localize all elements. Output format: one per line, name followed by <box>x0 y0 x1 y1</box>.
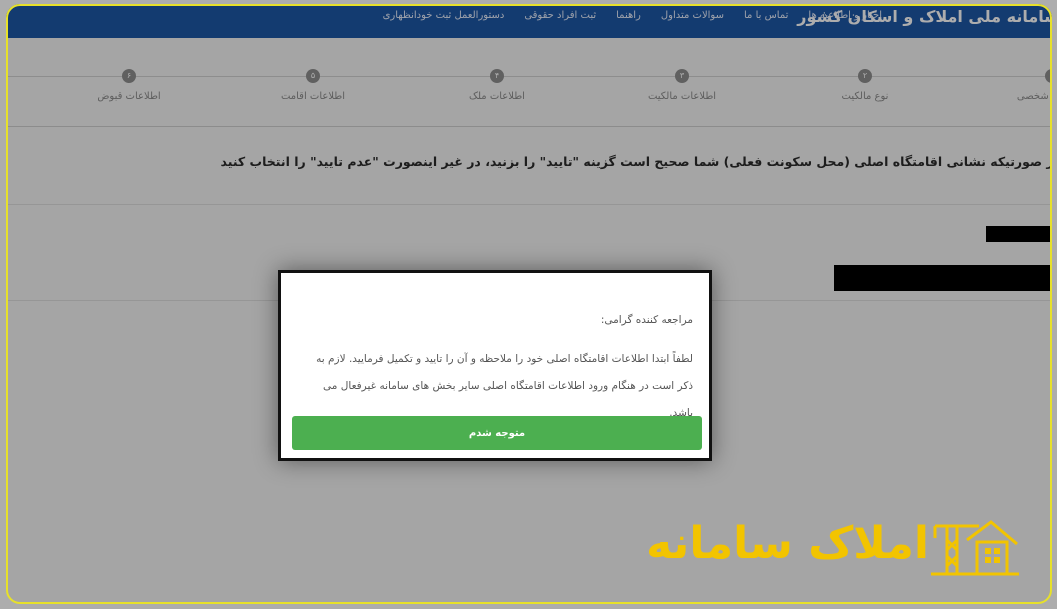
understood-button[interactable]: متوجه شدم <box>292 416 702 450</box>
modal-message: لطفاً ابتدا اطلاعات اقامتگاه اصلی خود را… <box>316 353 693 419</box>
house-crane-icon <box>931 520 1019 576</box>
screenshot-frame: سامانه ملی املاک و اسکان کشور اخبار و اط… <box>0 0 1057 609</box>
logo-text: املاک‌ سامانه <box>646 518 930 569</box>
watermark-logo: املاک‌ سامانه <box>646 512 1035 582</box>
modal-greeting: مراجعه کننده گرامی: <box>600 314 693 326</box>
notice-modal: مراجعه کننده گرامی: لطفاً ابتدا اطلاعات … <box>278 270 712 461</box>
